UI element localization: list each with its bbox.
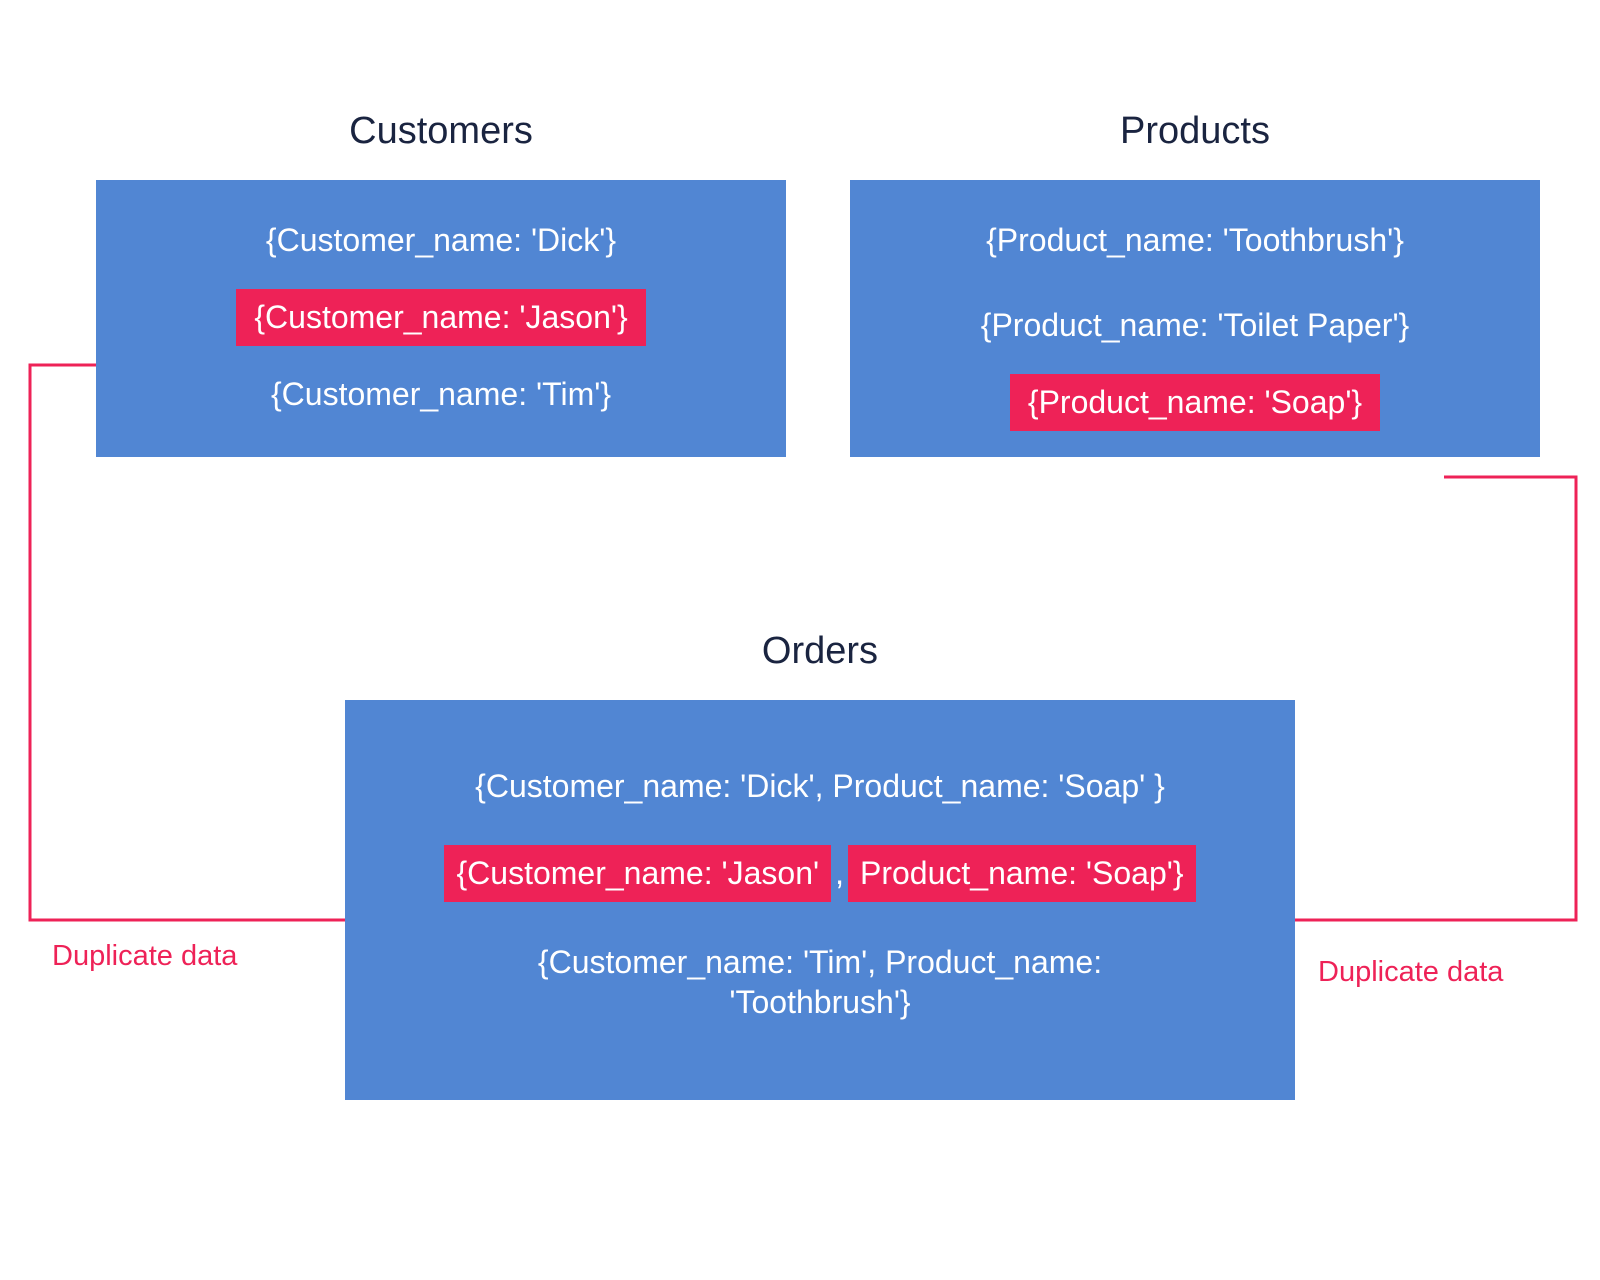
orders-row-1-separator: ,	[831, 855, 848, 891]
products-row-2-highlight: {Product_name: 'Soap'}	[1010, 374, 1380, 431]
products-title: Products	[850, 110, 1540, 153]
products-row-1: {Product_name: 'Toilet Paper'}	[850, 289, 1540, 362]
customers-row-1-highlight: {Customer_name: 'Jason'}	[236, 289, 645, 346]
customers-title: Customers	[96, 110, 786, 153]
customers-box: {Customer_name: 'Dick'} {Customer_name: …	[96, 180, 786, 457]
customers-row-0: {Customer_name: 'Dick'}	[96, 204, 786, 277]
customers-row-2: {Customer_name: 'Tim'}	[96, 358, 786, 431]
orders-row-1-left-highlight: {Customer_name: 'Jason'	[444, 845, 831, 902]
duplicate-label-right: Duplicate data	[1318, 956, 1503, 989]
products-row-0: {Product_name: 'Toothbrush'}	[850, 204, 1540, 277]
orders-row-1: {Customer_name: 'Jason',Product_name: 'S…	[345, 841, 1295, 906]
orders-box: {Customer_name: 'Dick', Product_name: 'S…	[345, 700, 1295, 1100]
orders-row-2: {Customer_name: 'Tim', Product_name: 'To…	[345, 924, 1295, 1040]
orders-row-0: {Customer_name: 'Dick', Product_name: 'S…	[345, 750, 1295, 823]
orders-row-1-right-highlight: Product_name: 'Soap'}	[848, 845, 1196, 902]
products-box: {Product_name: 'Toothbrush'} {Product_na…	[850, 180, 1540, 457]
duplicate-label-left: Duplicate data	[52, 940, 237, 973]
orders-title: Orders	[345, 630, 1295, 673]
